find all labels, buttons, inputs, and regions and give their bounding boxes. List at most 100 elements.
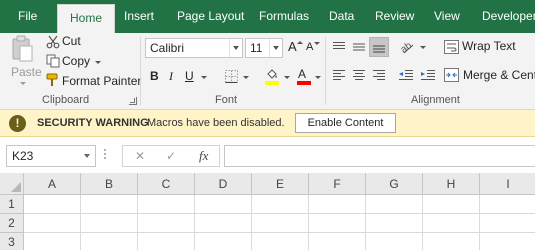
shrink-font-button[interactable]: A [305,39,321,57]
shrink-arrow-icon [314,42,320,45]
fill-color-button[interactable] [262,67,292,87]
formula-input[interactable] [224,145,535,167]
cell-a3[interactable] [24,233,81,250]
cell-h3[interactable] [423,233,480,250]
cancel-icon[interactable]: ✕ [135,149,145,163]
enter-icon[interactable]: ✓ [166,149,176,163]
orientation-button[interactable]: ab [397,38,427,56]
top-align-button[interactable] [330,38,348,56]
cell-f3[interactable] [309,233,366,250]
borders-dropdown-icon[interactable] [243,76,249,79]
tab-review[interactable]: Review [375,0,414,33]
column-header[interactable]: G [366,173,423,195]
font-color-button[interactable]: A [294,67,324,87]
column-header[interactable]: D [195,173,252,195]
align-left-button[interactable] [330,66,348,84]
cell-b1[interactable] [81,195,138,214]
formula-bar-resize-handle[interactable] [104,149,107,161]
align-right-button[interactable] [370,66,388,84]
select-all-corner[interactable] [0,173,24,195]
font-size-dropdown-icon[interactable] [269,39,282,57]
middle-align-button[interactable] [350,38,368,56]
font-name-combo[interactable]: Calibri [145,38,243,58]
fill-color-dropdown-icon[interactable] [284,76,290,79]
cut-button[interactable]: Cut [44,33,86,51]
bold-button[interactable]: B [148,67,162,85]
cell-a2[interactable] [24,214,81,233]
ribbon-tab-bar: File Home Insert Page Layout Formulas Da… [0,0,535,33]
cell-d1[interactable] [195,195,252,214]
cell-i3[interactable] [480,233,535,250]
merge-center-button[interactable]: Merge & Center [443,66,535,84]
grow-font-glyph: A [288,39,297,54]
underline-button[interactable]: U [182,67,212,85]
font-color-dropdown-icon[interactable] [315,76,321,79]
column-header[interactable]: E [252,173,309,195]
column-header[interactable]: B [81,173,138,195]
cell-c1[interactable] [138,195,195,214]
orientation-dropdown-icon[interactable] [420,46,426,49]
tab-page-layout[interactable]: Page Layout [177,0,244,33]
column-header[interactable]: F [309,173,366,195]
cell-g2[interactable] [366,214,423,233]
cell-f1[interactable] [309,195,366,214]
italic-button[interactable]: I [166,67,178,85]
column-header[interactable]: A [24,173,81,195]
increase-indent-button[interactable] [418,66,438,84]
enable-content-button[interactable]: Enable Content [295,113,396,133]
borders-button[interactable] [222,67,252,85]
cell-a1[interactable] [24,195,81,214]
paste-button[interactable]: Paste [5,33,42,89]
copy-button[interactable]: Copy [44,52,102,70]
column-header[interactable]: I [480,173,535,195]
cell-e1[interactable] [252,195,309,214]
tab-home[interactable]: Home [57,4,116,33]
cell-g3[interactable] [366,233,423,250]
name-box[interactable]: K23 [6,145,96,167]
align-center-button[interactable] [350,66,368,84]
cell-b2[interactable] [81,214,138,233]
cell-c2[interactable] [138,214,195,233]
row-header[interactable]: 2 [0,214,24,233]
paste-dropdown-icon [20,82,26,85]
name-box-dropdown-icon[interactable] [84,154,90,158]
format-painter-button[interactable]: Format Painter [44,71,141,89]
column-header[interactable]: C [138,173,195,195]
tab-view[interactable]: View [434,0,460,33]
row-header[interactable]: 3 [0,233,24,250]
paste-icon [12,35,33,62]
underline-dropdown-icon[interactable] [201,76,207,79]
cell-f2[interactable] [309,214,366,233]
cell-h1[interactable] [423,195,480,214]
cell-h2[interactable] [423,214,480,233]
tab-formulas[interactable]: Formulas [259,0,309,33]
tab-insert[interactable]: Insert [124,0,154,33]
security-warning-title: SECURITY WARNING [37,117,149,129]
clipboard-dialog-launcher-icon[interactable] [129,97,137,105]
cell-e2[interactable] [252,214,309,233]
font-size-combo[interactable]: 11 [245,38,283,58]
cell-b3[interactable] [81,233,138,250]
alignment-group-label: Alignment [411,94,460,106]
grow-font-button[interactable]: A [287,39,303,57]
insert-function-icon[interactable]: fx [199,148,208,164]
cell-d3[interactable] [195,233,252,250]
font-size-value: 11 [250,41,263,55]
row-header[interactable]: 1 [0,195,24,214]
cell-g1[interactable] [366,195,423,214]
tab-developer[interactable]: Developer [482,0,535,33]
cell-c3[interactable] [138,233,195,250]
tab-data[interactable]: Data [329,0,354,33]
wrap-text-button[interactable]: Wrap Text [443,38,516,56]
cell-i2[interactable] [480,214,535,233]
column-header[interactable]: H [423,173,480,195]
cut-label: Cut [62,34,81,48]
cell-i1[interactable] [480,195,535,214]
decrease-indent-button[interactable] [396,66,416,84]
cell-d2[interactable] [195,214,252,233]
bottom-align-button[interactable] [369,37,389,57]
font-name-dropdown-icon[interactable] [229,39,242,57]
paint-bucket-icon [267,69,277,79]
cell-e3[interactable] [252,233,309,250]
tab-file[interactable]: File [18,0,37,33]
